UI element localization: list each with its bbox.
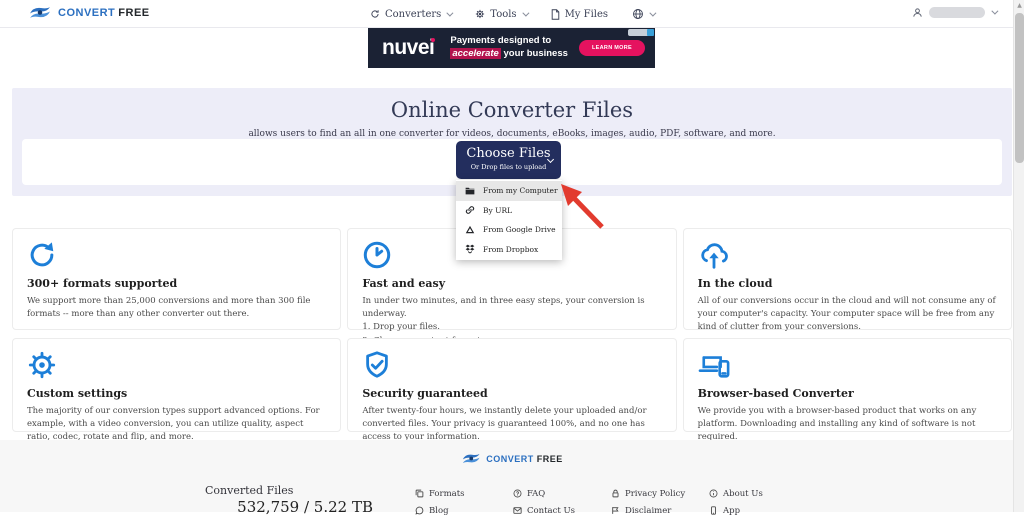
adchoices-badge-icon[interactable] xyxy=(628,29,654,36)
ad-banner[interactable]: nuvei Payments designed to accelerate yo… xyxy=(368,28,655,68)
stats-value: 532,759 / 5.22 TB xyxy=(205,498,373,516)
gear-icon xyxy=(475,9,485,19)
footer-link-privacy[interactable]: Privacy Policy xyxy=(611,489,709,499)
page-title: Online Converter Files xyxy=(12,88,1012,122)
phone-icon xyxy=(709,506,718,515)
question-circle-icon xyxy=(513,489,522,498)
refresh-icon xyxy=(27,240,326,270)
converters-cycle-icon xyxy=(370,9,380,19)
footer-link-faq[interactable]: FAQ xyxy=(513,489,611,499)
file-icon xyxy=(551,9,560,20)
converted-files-stats: Converted Files 532,759 / 5.22 TB xyxy=(205,484,373,516)
nav-converters[interactable]: Converters xyxy=(370,9,451,20)
dropbox-icon xyxy=(465,244,475,254)
feature-card-browser: Browser-based Converter We provide you w… xyxy=(683,338,1012,432)
feature-card-cloud: In the cloud All of our conversions occu… xyxy=(683,228,1012,330)
footer-links: Formats Blog FAQ Contact Us xyxy=(415,485,807,519)
language-selector[interactable] xyxy=(632,8,654,20)
scrollbar-up-arrow[interactable]: ▲ xyxy=(1016,2,1023,9)
lock-icon xyxy=(611,489,620,498)
folder-icon xyxy=(465,186,475,195)
nav-tools[interactable]: Tools xyxy=(475,9,526,20)
logo-text: CONVERTFREE xyxy=(58,7,150,19)
footer-link-formats[interactable]: Formats xyxy=(415,489,513,499)
upload-source-menu: From my Computer By URL From Google Driv… xyxy=(456,180,562,260)
learn-more-button[interactable]: LEARN MORE xyxy=(579,40,645,56)
nuvei-logo: nuvei xyxy=(382,36,434,60)
choose-files-button[interactable]: Choose Files Or Drop files to upload xyxy=(456,141,561,179)
cloud-upload-icon xyxy=(698,240,997,270)
site-logo[interactable]: CONVERTFREE xyxy=(28,5,150,20)
link-icon xyxy=(465,205,475,215)
google-drive-icon xyxy=(465,225,475,234)
nav-my-files[interactable]: My Files xyxy=(551,9,608,20)
footer-link-blog[interactable]: Blog xyxy=(415,506,513,516)
globe-icon xyxy=(632,8,644,20)
menu-item-by-url[interactable]: By URL xyxy=(456,201,562,221)
page-subtitle: allows users to find an all in one conve… xyxy=(12,129,1012,139)
shield-check-icon xyxy=(362,350,661,380)
red-pointer-arrow xyxy=(558,183,610,233)
scrollbar-thumb[interactable] xyxy=(1015,13,1024,163)
main-nav: Converters Tools My Files xyxy=(370,0,654,28)
formats-icon xyxy=(415,489,424,498)
footer-logo[interactable]: CONVERTFREE xyxy=(461,452,563,465)
user-account-menu[interactable] xyxy=(912,7,996,18)
feature-card-settings: Custom settings The majority of our conv… xyxy=(12,338,341,432)
chevron-down-icon xyxy=(522,9,529,16)
footer-link-contact[interactable]: Contact Us xyxy=(513,506,611,516)
chevron-down-icon xyxy=(447,9,454,16)
footer-link-disclaimer[interactable]: Disclaimer xyxy=(611,506,709,516)
footer-link-about[interactable]: About Us xyxy=(709,489,807,499)
convertfree-swirl-icon xyxy=(461,452,481,465)
feature-card-security: Security guaranteed After twenty-four ho… xyxy=(347,338,676,432)
chevron-down-icon xyxy=(991,8,998,15)
devices-icon xyxy=(698,350,997,380)
ad-copy: Payments designed to accelerate your bus… xyxy=(450,35,568,61)
envelope-icon xyxy=(513,506,522,515)
chevron-down-icon xyxy=(649,9,656,16)
top-navbar: CONVERTFREE Converters Tools xyxy=(0,0,1024,28)
chat-bubble-icon xyxy=(415,506,424,515)
convertfree-swirl-icon xyxy=(28,5,52,20)
menu-item-from-my-computer[interactable]: From my Computer xyxy=(456,181,562,201)
gear-icon xyxy=(27,350,326,380)
footer: CONVERTFREE Converted Files 532,759 / 5.… xyxy=(0,440,1024,512)
menu-item-from-google-drive[interactable]: From Google Drive xyxy=(456,220,562,240)
page-scrollbar[interactable]: ▲ xyxy=(1013,0,1024,512)
username-redacted xyxy=(929,7,985,18)
info-circle-icon xyxy=(709,489,718,498)
footer-link-app[interactable]: App xyxy=(709,506,807,516)
menu-item-from-dropbox[interactable]: From Dropbox xyxy=(456,240,562,260)
person-icon xyxy=(912,7,923,18)
flag-icon xyxy=(611,506,620,515)
feature-card-formats: 300+ formats supported We support more t… xyxy=(12,228,341,330)
